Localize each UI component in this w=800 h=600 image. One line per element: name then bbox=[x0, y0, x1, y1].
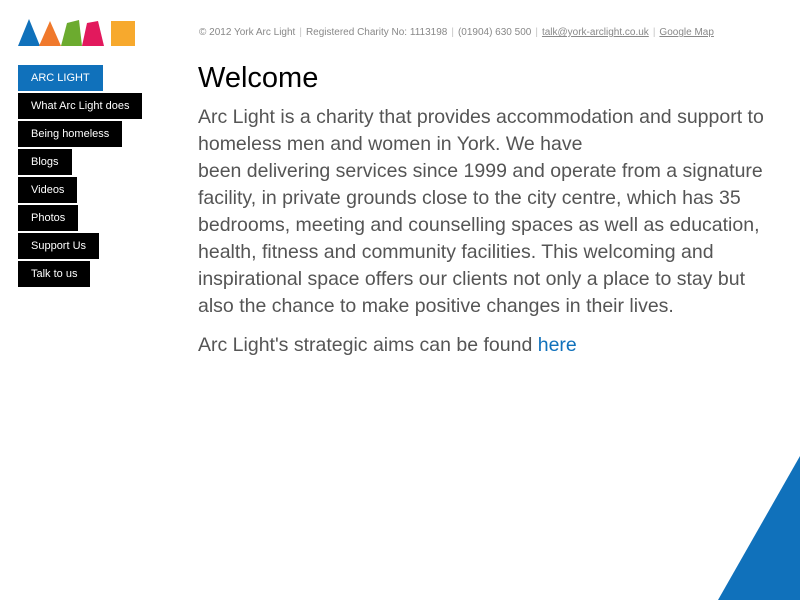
logo-pink-shape bbox=[82, 21, 104, 46]
google-map-link[interactable]: Google Map bbox=[659, 27, 713, 38]
intro-line-1: Arc Light is a charity that provides acc… bbox=[198, 106, 764, 155]
phone-number: (01904) 630 500 bbox=[457, 27, 532, 38]
page-title: Welcome bbox=[198, 62, 319, 94]
main-nav: ARC LIGHT What Arc Light does Being home… bbox=[18, 65, 143, 289]
aims-text: Arc Light's strategic aims can be found bbox=[198, 334, 538, 356]
logo-green-shape bbox=[61, 20, 82, 46]
charity-number: Registered Charity No: 1113198 bbox=[305, 27, 448, 38]
nav-item-arc-light[interactable]: ARC LIGHT bbox=[18, 65, 103, 91]
nav-item-videos[interactable]: Videos bbox=[18, 177, 78, 203]
header-meta: © 2012 York Arc Light | Registered Charity… bbox=[199, 27, 714, 38]
nav-item-talk-to-us[interactable]: Talk to us bbox=[18, 261, 91, 287]
nav-item-photos[interactable]: Photos bbox=[18, 205, 79, 231]
aims-paragraph: Arc Light's strategic aims can be found … bbox=[198, 332, 778, 359]
nav-item-what-arc-light-does[interactable]: What Arc Light does bbox=[18, 93, 143, 119]
main-content: Welcome Arc Light is a charity that prov… bbox=[198, 60, 778, 359]
logo-blue-triangle bbox=[18, 19, 40, 46]
logo-orange-triangle bbox=[39, 21, 61, 46]
logo-yellow-rectangle bbox=[111, 21, 135, 46]
aims-here-link[interactable]: here bbox=[538, 334, 577, 356]
copyright-text: © 2012 York Arc Light bbox=[199, 27, 296, 38]
intro-paragraph: Arc Light is a charity that provides acc… bbox=[198, 104, 778, 320]
nav-item-being-homeless[interactable]: Being homeless bbox=[18, 121, 123, 147]
arc-light-logo[interactable] bbox=[18, 19, 135, 46]
nav-item-support-us[interactable]: Support Us bbox=[18, 233, 100, 259]
intro-line-2: been delivering services since 1999 and … bbox=[198, 160, 763, 317]
nav-item-blogs[interactable]: Blogs bbox=[18, 149, 72, 175]
email-link[interactable]: talk@york-arclight.co.uk bbox=[542, 27, 649, 38]
